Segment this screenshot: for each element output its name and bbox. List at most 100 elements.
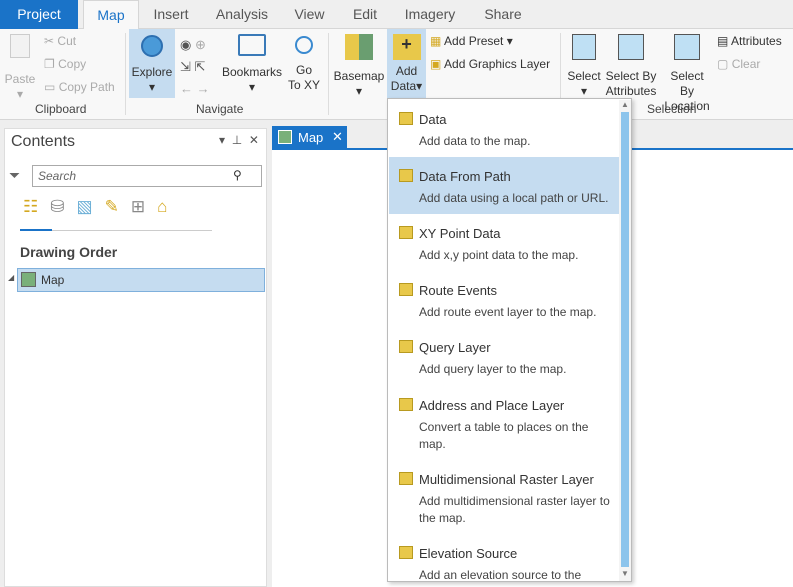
- select-button[interactable]: Select ▾: [566, 34, 602, 99]
- menu-item-title: Route Events: [419, 283, 498, 298]
- copy-button[interactable]: ❐ Copy: [44, 57, 86, 72]
- tab-project[interactable]: Project: [0, 0, 78, 29]
- menu-item-title: Data From Path: [419, 169, 511, 184]
- menu-item-title: Elevation Source: [419, 546, 518, 561]
- select-by-attributes-icon: [618, 34, 644, 60]
- selection-view-icon[interactable]: ▧: [77, 197, 105, 216]
- attributes-label: Attributes: [605, 84, 657, 98]
- active-view-indicator: [20, 229, 52, 231]
- menu-item-desc: Add data using a local path or URL.: [419, 191, 609, 205]
- menu-item-title: Multidimensional Raster Layer: [419, 472, 594, 487]
- search-icon[interactable]: ⚲: [233, 168, 242, 182]
- filter-icon[interactable]: ⏷: [9, 167, 20, 184]
- drawing-order-icon[interactable]: ☷: [23, 197, 50, 216]
- elevation-source-icon: [399, 546, 413, 559]
- scroll-up-icon[interactable]: ▲: [621, 100, 629, 109]
- tab-edit[interactable]: Edit: [343, 0, 387, 29]
- menu-item-data-from-path[interactable]: Data From Path Add data using a local pat…: [389, 157, 619, 214]
- menu-item-address-place-layer[interactable]: Address and Place Layer Convert a table t…: [389, 386, 619, 458]
- add-data-button[interactable]: + Add Data▾: [387, 29, 426, 98]
- bookmarks-button[interactable]: Bookmarks ▾: [222, 34, 282, 95]
- select-by-attributes-button[interactable]: Select By Attributes: [604, 34, 658, 99]
- menu-scrollbar[interactable]: ▲ ▼: [619, 100, 631, 581]
- data-source-icon[interactable]: ⛁: [50, 197, 76, 216]
- menu-item-title: XY Point Data: [419, 226, 501, 241]
- route-events-icon: [399, 283, 413, 296]
- clipboard-icon: [10, 34, 30, 58]
- labeling-icon[interactable]: ⌂: [157, 197, 179, 216]
- explore-button[interactable]: Explore ▾: [129, 29, 175, 98]
- menu-item-xy-point-data[interactable]: XY Point Data Add x,y point data to the m…: [389, 214, 619, 271]
- tab-view[interactable]: View: [287, 0, 332, 29]
- menu-item-query-layer[interactable]: Query Layer Add query layer to the map.: [389, 328, 619, 385]
- collapse-arrow-icon[interactable]: ◢: [8, 273, 14, 282]
- menu-item-multidimensional-raster[interactable]: Multidimensional Raster Layer Add multidi…: [389, 460, 619, 532]
- table-icon: ▤: [717, 34, 729, 48]
- menu-item-title: Query Layer: [419, 340, 491, 355]
- copy-path-button[interactable]: ▭ Copy Path: [44, 80, 115, 95]
- menu-item-desc: Add data to the map.: [419, 134, 531, 148]
- full-extent-icon[interactable]: ◉: [180, 37, 191, 52]
- cut-button[interactable]: ✂ Cut: [44, 34, 76, 49]
- menu-item-elevation-source[interactable]: Elevation Source Add an elevation source …: [389, 534, 619, 581]
- back-icon[interactable]: ←: [180, 81, 193, 96]
- editing-icon[interactable]: ✎: [105, 197, 131, 216]
- basemap-label: Basemap: [333, 69, 385, 83]
- snapping-icon[interactable]: ⊞: [131, 197, 157, 216]
- copy-path-icon: ▭: [44, 80, 56, 94]
- drawing-order-heading: Drawing Order: [20, 244, 118, 260]
- add-data-icon: [399, 112, 413, 125]
- to-xy-label: To XY: [287, 78, 320, 92]
- clear-button[interactable]: ▢ Clear: [717, 57, 760, 72]
- attributes-button[interactable]: ▤ Attributes: [717, 34, 782, 49]
- address-layer-icon: [399, 398, 413, 411]
- menu-item-desc: Convert a table to places on the map.: [419, 420, 589, 451]
- divider: [328, 33, 329, 115]
- contents-pane: Contents ▾ ⊥ ✕ ⏷ Search ⚲ ☷⛁▧✎⊞⌂ Drawing…: [4, 128, 267, 587]
- pane-menu-icon[interactable]: ▾: [219, 133, 225, 147]
- pin-icon[interactable]: ⊥: [232, 133, 242, 147]
- clear-icon: ▢: [717, 57, 729, 71]
- data-label: Data: [390, 79, 417, 93]
- clear-label: Clear: [731, 57, 761, 71]
- add-preset-label: Add Preset: [444, 34, 504, 48]
- divider: [125, 33, 126, 115]
- menu-item-data[interactable]: Data Add data to the map.: [389, 100, 619, 157]
- map-icon: [21, 272, 36, 287]
- paste-button[interactable]: Paste ▾: [4, 34, 36, 102]
- tab-analysis[interactable]: Analysis: [210, 0, 274, 29]
- basemap-button[interactable]: Basemap ▾: [333, 34, 385, 99]
- basemap-icon: [345, 34, 373, 60]
- fixed-zoom-in-icon[interactable]: ⇲: [180, 59, 191, 74]
- crosshair-icon: [295, 36, 313, 54]
- tab-insert[interactable]: Insert: [143, 0, 199, 29]
- paste-label: Paste: [4, 72, 36, 86]
- menu-item-desc: Add query layer to the map.: [419, 362, 567, 376]
- fixed-zoom-out-icon[interactable]: ⇱: [195, 59, 206, 74]
- forward-icon[interactable]: →: [197, 81, 210, 96]
- close-tab-icon[interactable]: ✕: [332, 129, 343, 145]
- tab-imagery[interactable]: Imagery: [400, 0, 460, 29]
- close-icon[interactable]: ✕: [249, 133, 259, 147]
- search-placeholder: Search: [38, 169, 77, 183]
- go-to-xy-button[interactable]: Go To XY: [287, 34, 321, 93]
- map-view-tab[interactable]: Map ✕: [272, 126, 347, 148]
- search-input[interactable]: Search ⚲: [32, 165, 262, 187]
- add-preset-button[interactable]: ▦ Add Preset ▾: [430, 34, 513, 49]
- scroll-down-icon[interactable]: ▼: [621, 569, 629, 578]
- tab-map[interactable]: Map: [83, 0, 139, 30]
- add-label: Add: [395, 64, 418, 78]
- menu-item-title: Address and Place Layer: [419, 398, 565, 413]
- map-layer-item[interactable]: ◢ Map: [8, 268, 265, 292]
- contents-title: Contents: [11, 133, 76, 150]
- map-tab-label: Map: [298, 130, 324, 145]
- tab-share[interactable]: Share: [478, 0, 528, 29]
- ribbon-tabs: Project Map Insert Analysis View Edit Im…: [0, 0, 793, 30]
- multidimensional-raster-icon: [399, 472, 413, 485]
- zoom-layer-icon[interactable]: ⊕: [195, 37, 206, 52]
- add-graphics-layer-button[interactable]: ▣ Add Graphics Layer: [430, 57, 550, 72]
- menu-item-route-events[interactable]: Route Events Add route event layer to the…: [389, 271, 619, 328]
- menu-item-desc: Add x,y point data to the map.: [419, 248, 579, 262]
- divider: [52, 230, 212, 231]
- scrollbar-thumb[interactable]: [621, 112, 629, 567]
